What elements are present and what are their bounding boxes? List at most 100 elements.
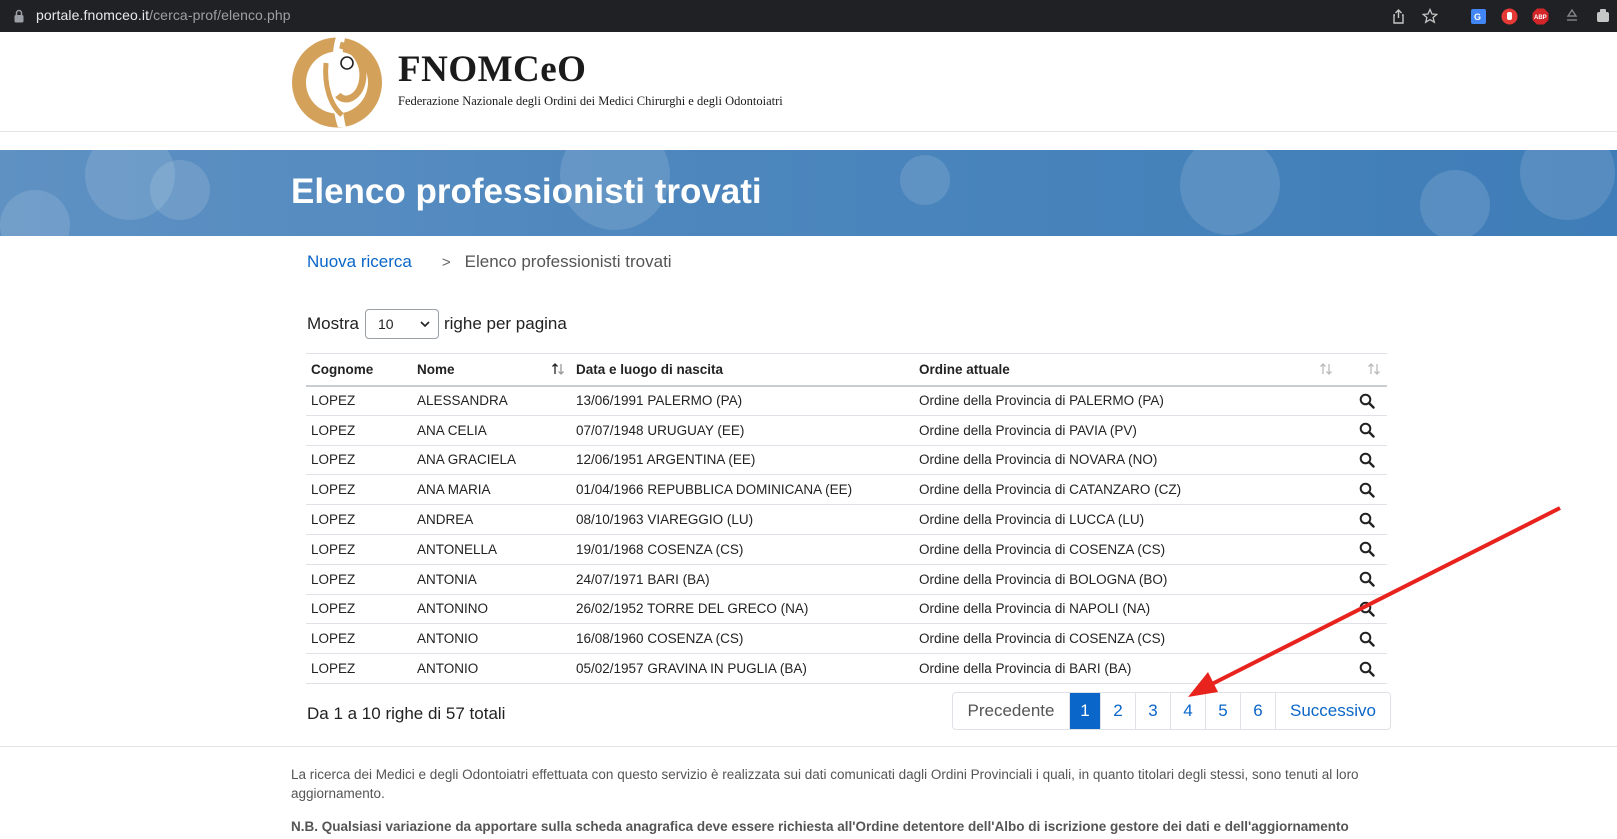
search-icon[interactable] xyxy=(1356,509,1378,531)
logo-subtitle: Federazione Nazionale degli Ordini dei M… xyxy=(398,94,783,108)
table-row[interactable]: LOPEZ ALESSANDRA 13/06/1991 PALERMO (PA) Or… xyxy=(306,385,1387,416)
recycle-icon[interactable] xyxy=(1563,8,1580,25)
share-icon[interactable] xyxy=(1390,8,1407,25)
cell-data-nascita: 07/07/1948 URUGUAY (EE) xyxy=(571,415,914,446)
table-row[interactable]: LOPEZ ANTONIA 24/07/1971 BARI (BA) Ordine d… xyxy=(306,564,1387,595)
pagination-info: Da 1 a 10 righe di 57 totali xyxy=(307,704,506,723)
page-size-select[interactable]: 10 xyxy=(364,309,439,339)
search-icon[interactable] xyxy=(1356,568,1378,590)
table-row[interactable]: LOPEZ ANTONIO 16/08/1960 COSENZA (CS) Ordin… xyxy=(306,623,1387,655)
cell-ordine: Ordine della Provincia di BOLOGNA (BO) xyxy=(914,564,1339,595)
cell-data-nascita: 05/02/1957 GRAVINA IN PUGLIA (BA) xyxy=(571,653,914,684)
column-header-data-nascita[interactable]: Data e luogo di nascita xyxy=(571,353,914,387)
page-title: Elenco professionisti trovati xyxy=(291,172,762,211)
bookmark-star-icon[interactable] xyxy=(1421,8,1438,25)
cell-cognome: LOPEZ xyxy=(306,623,412,655)
search-icon[interactable] xyxy=(1356,628,1378,650)
page-3-button[interactable]: 3 xyxy=(1136,693,1171,729)
search-icon[interactable] xyxy=(1356,390,1378,412)
cell-nome: ANA GRACIELA xyxy=(412,445,571,476)
cell-cognome: LOPEZ xyxy=(306,415,412,446)
cell-ordine: Ordine della Provincia di LUCCA (LU) xyxy=(914,504,1339,535)
page-size-control: Mostra 10 righe per pagina xyxy=(307,309,567,339)
cell-ordine: Ordine della Provincia di BARI (BA) xyxy=(914,653,1339,684)
cell-data-nascita: 13/06/1991 PALERMO (PA) xyxy=(571,385,914,416)
page-size-prefix: Mostra xyxy=(307,314,359,333)
translate-icon[interactable]: G xyxy=(1470,8,1487,25)
extension-hand-icon[interactable] xyxy=(1501,8,1518,25)
cell-action xyxy=(1339,534,1387,565)
table-row[interactable]: LOPEZ ANA CELIA 07/07/1948 URUGUAY (EE) Ord… xyxy=(306,415,1387,446)
cell-data-nascita: 08/10/1963 VIAREGGIO (LU) xyxy=(571,504,914,535)
cell-action xyxy=(1339,594,1387,625)
cell-data-nascita: 26/02/1952 TORRE DEL GRECO (NA) xyxy=(571,594,914,625)
page-banner: Elenco professionisti trovati xyxy=(0,150,1617,236)
page-size-suffix: righe per pagina xyxy=(443,314,567,333)
table-row[interactable]: LOPEZ ANTONIO 05/02/1957 GRAVINA IN PUGLIA… xyxy=(306,653,1387,684)
table-row[interactable]: LOPEZ ANDREA 08/10/1963 VIAREGGIO (LU) Ordi… xyxy=(306,504,1387,535)
sort-icon[interactable] xyxy=(1319,362,1333,376)
nb-notice: N.B. Qualsiasi variazione da apportare s… xyxy=(291,819,1349,834)
cell-nome: ANDREA xyxy=(412,504,571,535)
cell-data-nascita: 24/07/1971 BARI (BA) xyxy=(571,564,914,595)
cell-action xyxy=(1339,415,1387,446)
url-domain: portale.fnomceo.it xyxy=(36,7,150,23)
cell-nome: ANTONIA xyxy=(412,564,571,595)
cell-nome: ANTONELLA xyxy=(412,534,571,565)
column-header-ordine-label: Ordine attuale xyxy=(919,361,1010,377)
svg-text:G: G xyxy=(1474,12,1481,22)
search-icon[interactable] xyxy=(1356,538,1378,560)
extensions-icon[interactable] xyxy=(1594,8,1611,25)
fnomceo-logo-icon[interactable] xyxy=(290,35,385,130)
cell-ordine: Ordine della Provincia di COSENZA (CS) xyxy=(914,623,1339,655)
cell-cognome: LOPEZ xyxy=(306,594,412,625)
url-path: /cerca-prof/elenco.php xyxy=(149,7,291,23)
page-2-button[interactable]: 2 xyxy=(1101,693,1136,729)
page-5-button[interactable]: 5 xyxy=(1206,693,1241,729)
search-icon[interactable] xyxy=(1356,449,1378,471)
table-row[interactable]: LOPEZ ANA MARIA 01/04/1966 REPUBBLICA DOMI… xyxy=(306,474,1387,506)
cell-data-nascita: 01/04/1966 REPUBBLICA DOMINICANA (EE) xyxy=(571,474,914,506)
table-row[interactable]: LOPEZ ANTONINO 26/02/1952 TORRE DEL GRECO … xyxy=(306,594,1387,625)
cell-cognome: LOPEZ xyxy=(306,385,412,416)
column-header-ordine[interactable]: Ordine attuale xyxy=(914,353,1339,387)
sort-icon[interactable] xyxy=(1367,362,1381,376)
address-bar[interactable]: portale.fnomceo.it/cerca-prof/elenco.php xyxy=(36,7,291,23)
search-icon[interactable] xyxy=(1356,598,1378,620)
page-6-button[interactable]: 6 xyxy=(1241,693,1276,729)
column-header-cognome[interactable]: Cognome xyxy=(306,353,412,387)
breadcrumb-new-search-link[interactable]: Nuova ricerca xyxy=(307,252,412,272)
cell-action xyxy=(1339,653,1387,684)
sort-ascending-icon[interactable] xyxy=(551,362,565,376)
disclaimer-text: La ricerca dei Medici e degli Odontoiatr… xyxy=(291,767,1359,801)
cell-action xyxy=(1339,623,1387,655)
cell-data-nascita: 12/06/1951 ARGENTINA (EE) xyxy=(571,445,914,476)
pagination: Precedente 1 2 3 4 5 6 Successivo xyxy=(952,692,1391,730)
cell-ordine: Ordine della Provincia di NAPOLI (NA) xyxy=(914,594,1339,625)
cell-action xyxy=(1339,385,1387,416)
cell-nome: ANTONINO xyxy=(412,594,571,625)
column-header-nome-label: Nome xyxy=(417,361,455,377)
breadcrumb: Nuova ricerca > Elenco professionisti tr… xyxy=(307,252,672,272)
cell-ordine: Ordine della Provincia di CATANZARO (CZ) xyxy=(914,474,1339,506)
pagination-next-button[interactable]: Successivo xyxy=(1276,693,1390,729)
table-row[interactable]: LOPEZ ANA GRACIELA 12/06/1951 ARGENTINA (E… xyxy=(306,445,1387,476)
results-table: Cognome Nome Data e luogo di nascita Ord… xyxy=(306,353,1387,684)
footer-divider xyxy=(0,746,1617,747)
column-header-nome[interactable]: Nome xyxy=(412,353,571,387)
pagination-previous-button[interactable]: Precedente xyxy=(953,693,1070,729)
page-1-button[interactable]: 1 xyxy=(1070,693,1101,729)
column-header-action[interactable] xyxy=(1339,353,1387,387)
page-4-button[interactable]: 4 xyxy=(1171,693,1206,729)
search-icon[interactable] xyxy=(1356,419,1378,441)
search-icon[interactable] xyxy=(1356,658,1378,680)
cell-action xyxy=(1339,564,1387,595)
table-row[interactable]: LOPEZ ANTONELLA 19/01/1968 COSENZA (CS) Ord… xyxy=(306,534,1387,565)
cell-cognome: LOPEZ xyxy=(306,504,412,535)
search-icon[interactable] xyxy=(1356,479,1378,501)
cell-action xyxy=(1339,445,1387,476)
cell-action xyxy=(1339,474,1387,506)
adblock-icon[interactable]: ABP xyxy=(1532,8,1549,25)
cell-data-nascita: 19/01/1968 COSENZA (CS) xyxy=(571,534,914,565)
cell-ordine: Ordine della Provincia di PALERMO (PA) xyxy=(914,385,1339,416)
